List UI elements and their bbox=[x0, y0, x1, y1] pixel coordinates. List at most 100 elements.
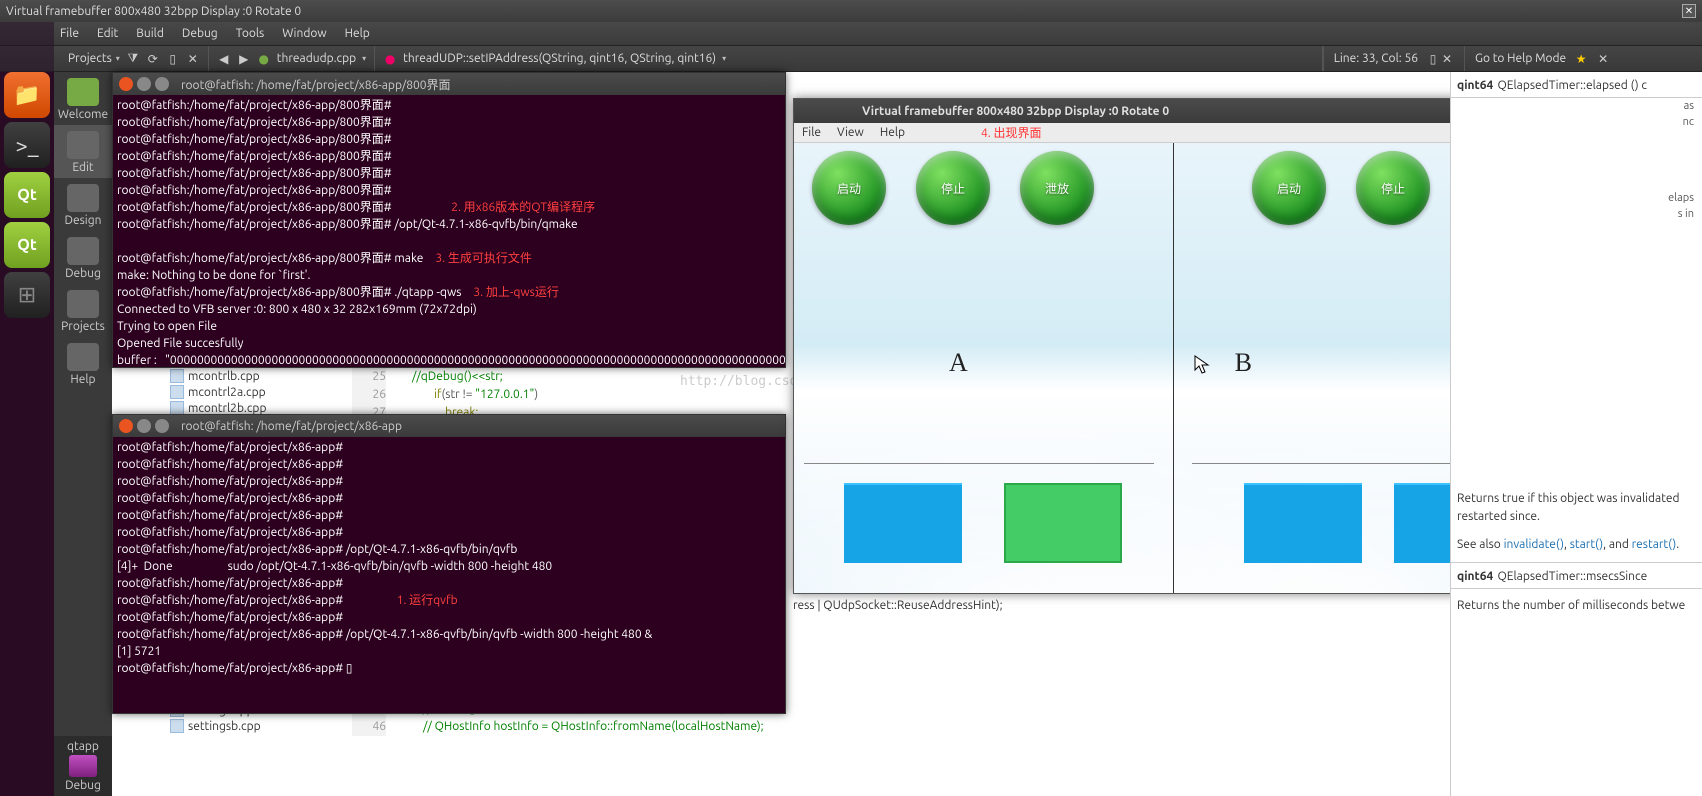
qvfb-window: Virtual framebuffer 800x480 32bpp Displa… bbox=[793, 98, 1553, 594]
window-close-button[interactable]: ✕ bbox=[1682, 4, 1696, 18]
qvfb-menu-help[interactable]: Help bbox=[880, 126, 905, 139]
mode-edit[interactable]: Edit bbox=[54, 125, 112, 178]
help-mode-bar: Go to Help Mode ★ ✕ bbox=[1464, 46, 1702, 71]
help-link[interactable]: start() bbox=[1570, 538, 1603, 551]
tree-file[interactable]: settingsb.cpp bbox=[170, 718, 350, 734]
file-cpp-icon: ● bbox=[257, 52, 271, 66]
vertical-divider bbox=[1173, 143, 1174, 593]
status-box[interactable] bbox=[844, 483, 962, 563]
mode-debug[interactable]: Debug bbox=[54, 231, 112, 284]
terminal-window-1: root@fatfish: /home/fat/project/x86-app/… bbox=[112, 72, 786, 368]
help-signature-2: qint64 QElapsedTimer::msecsSince bbox=[1451, 562, 1702, 589]
qvfb-titlebar[interactable]: Virtual framebuffer 800x480 32bpp Displa… bbox=[794, 99, 1552, 123]
qvfb-menu-view[interactable]: View bbox=[837, 126, 864, 139]
close-editor-icon[interactable]: ✕ bbox=[1440, 52, 1454, 66]
cpp-file-icon bbox=[170, 369, 184, 383]
menu-help[interactable]: Help bbox=[345, 27, 370, 40]
launcher-terminal-icon[interactable]: >_ bbox=[4, 122, 50, 168]
qvfb-min-icon[interactable] bbox=[818, 104, 832, 118]
back-icon[interactable]: ◀ bbox=[217, 52, 231, 66]
unity-launcher: 📁 >_ Qt Qt ⊞ bbox=[0, 22, 54, 796]
code-line-under: ress | QUdpSocket::ReuseAddressHint); bbox=[793, 598, 1003, 613]
status-box[interactable] bbox=[1004, 483, 1122, 563]
term-close-icon[interactable] bbox=[119, 419, 133, 433]
terminal-titlebar[interactable]: root@fatfish: /home/fat/project/x86-app bbox=[113, 415, 785, 437]
mode-design[interactable]: Design bbox=[54, 178, 112, 231]
launcher-workspace-icon[interactable]: ⊞ bbox=[4, 272, 50, 318]
forward-icon[interactable]: ▶ bbox=[237, 52, 251, 66]
window-titlebar: Virtual framebuffer 800x480 32bpp Displa… bbox=[0, 0, 1702, 22]
stop-button-a[interactable]: 停止 bbox=[916, 151, 990, 225]
help-link[interactable]: restart() bbox=[1632, 538, 1677, 551]
term-max-icon[interactable] bbox=[155, 419, 169, 433]
term-max-icon[interactable] bbox=[155, 77, 169, 91]
mouse-cursor-icon bbox=[1194, 355, 1210, 375]
help-signature-1: qint64 QElapsedTimer::elapsed () c bbox=[1451, 72, 1702, 98]
ide-toolbar: Projects ▾ ⧩ ⟳ ▯ ✕ ◀ ▶ ● threadudp.cpp ▾… bbox=[0, 46, 1702, 72]
stop-button-b[interactable]: 停止 bbox=[1356, 151, 1430, 225]
chevron-down-icon: ▾ bbox=[116, 54, 120, 63]
mode-welcome[interactable]: Welcome bbox=[54, 72, 112, 125]
chevron-down-icon: ▾ bbox=[722, 54, 726, 63]
target-icon bbox=[69, 755, 97, 777]
project-tree: mcontrlb.cpp mcontrl2a.cpp mcontrl2b.cpp bbox=[170, 368, 350, 416]
mode-projects[interactable]: Projects bbox=[54, 284, 112, 337]
terminal-title: root@fatfish: /home/fat/project/x86-app/… bbox=[181, 76, 451, 93]
term-min-icon[interactable] bbox=[137, 419, 151, 433]
menu-window[interactable]: Window bbox=[282, 27, 326, 40]
terminal-body[interactable]: root@fatfish:/home/fat/project/x86-app/8… bbox=[113, 95, 785, 371]
term-close-icon[interactable] bbox=[119, 77, 133, 91]
terminal-title: root@fatfish: /home/fat/project/x86-app bbox=[181, 420, 402, 433]
help-paragraph: Returns true if this object was invalida… bbox=[1457, 490, 1696, 526]
split-icon[interactable]: ▯ bbox=[1426, 52, 1440, 66]
launcher-files-icon[interactable]: 📁 bbox=[4, 72, 50, 118]
start-button-b[interactable]: 启动 bbox=[1252, 151, 1326, 225]
terminal-body[interactable]: root@fatfish:/home/fat/project/x86-app# … bbox=[113, 437, 785, 679]
cpp-file-icon bbox=[170, 719, 184, 733]
line-col-indicator[interactable]: Line: 33, Col: 56 ▯ ✕ bbox=[1323, 46, 1464, 71]
chevron-down-icon: ▾ bbox=[362, 54, 366, 63]
start-button-a[interactable]: 启动 bbox=[812, 151, 886, 225]
mode-help[interactable]: Help bbox=[54, 337, 112, 390]
help-link[interactable]: invalidate() bbox=[1504, 538, 1564, 551]
ide-mode-sidebar: Welcome Edit Design Debug Projects Help … bbox=[54, 72, 112, 796]
button-group-a: 启动 停止 泄放 bbox=[812, 151, 1094, 225]
tree-file[interactable]: mcontrl2a.cpp bbox=[170, 384, 350, 400]
qvfb-menu-file[interactable]: File bbox=[802, 126, 821, 139]
sync-icon[interactable]: ⟳ bbox=[146, 52, 160, 66]
star-icon[interactable]: ★ bbox=[1574, 52, 1588, 66]
qvfb-title: Virtual framebuffer 800x480 32bpp Displa… bbox=[862, 105, 1169, 118]
filter-icon[interactable]: ⧩ bbox=[126, 52, 140, 66]
qvfb-menubar: File View Help 4. 出现界面 bbox=[794, 123, 1552, 143]
run-target[interactable]: qtapp Debug bbox=[54, 736, 112, 796]
terminal-titlebar[interactable]: root@fatfish: /home/fat/project/x86-app/… bbox=[113, 73, 785, 95]
launcher-qtcreator2-icon[interactable]: Qt bbox=[4, 222, 50, 268]
discharge-button-a[interactable]: 泄放 bbox=[1020, 151, 1094, 225]
menu-edit[interactable]: Edit bbox=[97, 27, 118, 40]
label-a: A bbox=[949, 348, 968, 378]
menu-tools[interactable]: Tools bbox=[236, 27, 265, 40]
cpp-file-icon bbox=[170, 401, 184, 415]
term-min-icon[interactable] bbox=[137, 77, 151, 91]
status-box[interactable] bbox=[1244, 483, 1362, 563]
close-pane-icon[interactable]: ✕ bbox=[186, 52, 200, 66]
qvfb-max-icon[interactable] bbox=[836, 104, 850, 118]
separator-line bbox=[804, 463, 1154, 464]
menu-file[interactable]: File bbox=[60, 27, 79, 40]
help-mode-link[interactable]: Go to Help Mode bbox=[1475, 52, 1566, 65]
launcher-qtcreator-icon[interactable]: Qt bbox=[4, 172, 50, 218]
symbol-selector[interactable]: threadUDP::setIPAddress(QString, qint16,… bbox=[403, 52, 716, 65]
open-file-selector[interactable]: threadudp.cpp bbox=[277, 52, 356, 65]
split-icon[interactable]: ▯ bbox=[166, 52, 180, 66]
ide-menubar: File Edit Build Debug Tools Window Help bbox=[0, 22, 1702, 46]
close-help-icon[interactable]: ✕ bbox=[1596, 52, 1610, 66]
cpp-file-icon bbox=[170, 385, 184, 399]
terminal-window-2: root@fatfish: /home/fat/project/x86-app … bbox=[112, 414, 786, 714]
menu-debug[interactable]: Debug bbox=[182, 27, 218, 40]
menu-build[interactable]: Build bbox=[136, 27, 164, 40]
help-see-also: See also invalidate(), start(), and rest… bbox=[1457, 536, 1696, 554]
window-title: Virtual framebuffer 800x480 32bpp Displa… bbox=[6, 5, 1682, 18]
projects-selector[interactable]: Projects ▾ bbox=[68, 52, 120, 65]
qvfb-close-icon[interactable] bbox=[800, 104, 814, 118]
symbol-icon: ● bbox=[383, 52, 397, 66]
